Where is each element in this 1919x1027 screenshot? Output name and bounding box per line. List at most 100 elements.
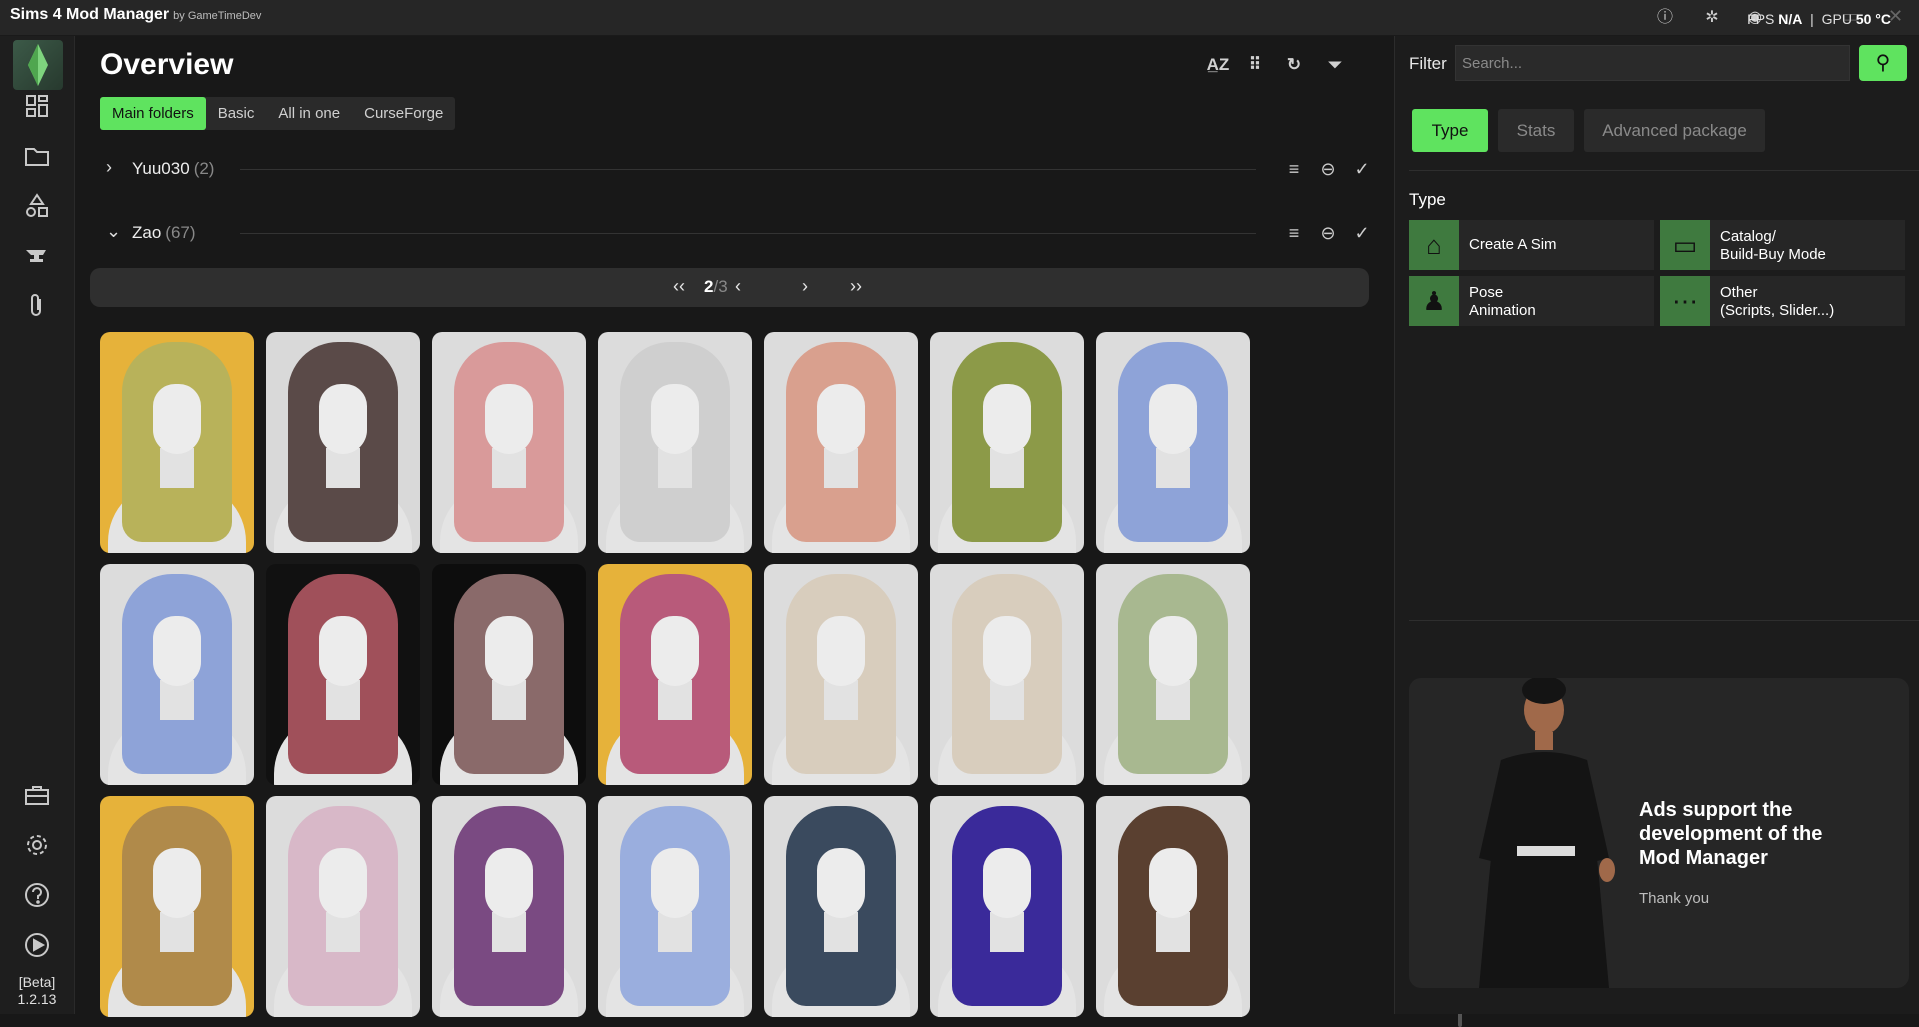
- mod-card[interactable]: [764, 332, 918, 553]
- checklist-icon[interactable]: ≡: [1282, 221, 1306, 245]
- ad-thanks: Thank you: [1639, 890, 1710, 907]
- search-input[interactable]: [1455, 45, 1850, 81]
- shapes-icon[interactable]: [22, 191, 52, 221]
- folder-row[interactable]: ⌄ Zao (67) ≡ ⊖ ✓: [100, 216, 1370, 250]
- mannequin-neck: [658, 680, 692, 720]
- mannequin-face: [651, 384, 699, 454]
- app-title: Sims 4 Mod Manager by GameTimeDev: [10, 6, 262, 23]
- search-button[interactable]: ⚲: [1859, 45, 1907, 81]
- tab-stats[interactable]: Stats: [1498, 109, 1574, 152]
- dashboard-icon[interactable]: [22, 91, 52, 121]
- disable-icon[interactable]: ⊖: [1316, 157, 1340, 181]
- mod-card[interactable]: [930, 796, 1084, 1017]
- mannequin-face: [1149, 384, 1197, 454]
- gear-icon[interactable]: [22, 830, 52, 860]
- filter-label: Filter: [1409, 54, 1447, 73]
- mannequin-face: [153, 616, 201, 686]
- mannequin-neck: [1156, 912, 1190, 952]
- search-icon: ⚲: [1875, 52, 1891, 74]
- mannequin-neck: [824, 912, 858, 952]
- folder-icon[interactable]: [22, 141, 52, 171]
- mod-card[interactable]: [432, 796, 586, 1017]
- enable-check-icon[interactable]: ✓: [1350, 221, 1374, 245]
- app-author: by GameTimeDev: [173, 10, 262, 22]
- mannequin-face: [817, 848, 865, 918]
- type-pose-animation[interactable]: ♟ Pose Animation: [1409, 276, 1654, 326]
- chevron-right-icon[interactable]: ›: [106, 157, 112, 178]
- mod-card[interactable]: [432, 564, 586, 785]
- folder-row[interactable]: › Yuu030 (2) ≡ ⊖ ✓: [100, 152, 1370, 186]
- mod-card[interactable]: [1096, 796, 1250, 1017]
- dots-icon: ⋯: [1660, 276, 1710, 326]
- pagination-bar: ‹‹ ‹ 2/3 › ››: [90, 268, 1369, 307]
- grid-view-icon[interactable]: ⠿: [1242, 52, 1268, 78]
- type-create-a-sim[interactable]: ⌂ Create A Sim: [1409, 220, 1654, 270]
- anvil-icon[interactable]: [22, 241, 52, 271]
- ad-headline: Ads support the development of the Mod M…: [1639, 799, 1823, 869]
- tab-main-folders[interactable]: Main folders: [100, 97, 206, 130]
- mannequin-face: [485, 616, 533, 686]
- tab-type[interactable]: Type: [1412, 109, 1488, 152]
- mannequin-face: [817, 384, 865, 454]
- first-page-button[interactable]: ‹‹: [673, 276, 685, 297]
- tab-basic[interactable]: Basic: [206, 97, 267, 130]
- bug-icon[interactable]: ✲: [1702, 8, 1722, 28]
- mod-card[interactable]: [930, 332, 1084, 553]
- sims-logo[interactable]: [13, 40, 63, 90]
- mannequin-neck: [326, 448, 360, 488]
- help-icon[interactable]: [22, 880, 52, 910]
- mod-card[interactable]: [100, 564, 254, 785]
- filter-icon[interactable]: ⏷: [1322, 52, 1348, 78]
- checklist-icon[interactable]: ≡: [1282, 157, 1306, 181]
- mannequin-face: [651, 848, 699, 918]
- folder-name: Zao (67): [132, 223, 196, 242]
- info-icon[interactable]: ⓘ: [1655, 8, 1675, 28]
- mod-card[interactable]: [1096, 564, 1250, 785]
- disable-icon[interactable]: ⊖: [1316, 221, 1340, 245]
- last-page-button[interactable]: ››: [850, 276, 862, 297]
- mannequin-face: [319, 384, 367, 454]
- next-page-button[interactable]: ›: [802, 276, 808, 297]
- type-catalog-build-buy[interactable]: ▭ Catalog/ Build-Buy Mode: [1660, 220, 1905, 270]
- tab-all-in-one[interactable]: All in one: [266, 97, 352, 130]
- ad-banner[interactable]: Ads support the development of the Mod M…: [1409, 678, 1909, 988]
- toolbox-icon[interactable]: [22, 780, 52, 810]
- mod-card[interactable]: [266, 564, 420, 785]
- mannequin-face: [817, 616, 865, 686]
- mannequin-face: [153, 384, 201, 454]
- mod-card[interactable]: [1096, 332, 1250, 553]
- mannequin-neck: [824, 680, 858, 720]
- mod-card[interactable]: [432, 332, 586, 553]
- type-other[interactable]: ⋯ Other (Scripts, Slider...): [1660, 276, 1905, 326]
- hanger-icon: ⌂: [1409, 220, 1459, 270]
- folder-view-tabs: Main folders Basic All in one CurseForge: [100, 97, 456, 130]
- refresh-icon[interactable]: ↻: [1281, 52, 1307, 78]
- pose-icon: ♟: [1409, 276, 1459, 326]
- mod-card[interactable]: [266, 332, 420, 553]
- mannequin-face: [1149, 848, 1197, 918]
- chevron-down-icon[interactable]: ⌄: [106, 221, 121, 242]
- mod-card[interactable]: [100, 796, 254, 1017]
- mannequin-neck: [492, 448, 526, 488]
- prev-page-button[interactable]: ‹: [735, 276, 741, 297]
- tab-curseforge[interactable]: CurseForge: [352, 97, 455, 130]
- mod-card[interactable]: [598, 564, 752, 785]
- mannequin-neck: [160, 448, 194, 488]
- mod-card[interactable]: [100, 332, 254, 553]
- sofa-icon: ▭: [1660, 220, 1710, 270]
- mod-card[interactable]: [764, 564, 918, 785]
- play-icon[interactable]: [22, 930, 52, 960]
- paperclip-icon[interactable]: [22, 291, 52, 321]
- type-label: Catalog/ Build-Buy Mode: [1720, 228, 1826, 263]
- mod-card[interactable]: [764, 796, 918, 1017]
- tab-advanced-package[interactable]: Advanced package: [1584, 109, 1765, 152]
- version-label: [Beta] 1.2.13: [17, 974, 57, 1007]
- mod-card[interactable]: [930, 564, 1084, 785]
- mod-card[interactable]: [598, 332, 752, 553]
- mannequin-neck: [1156, 448, 1190, 488]
- sort-az-icon[interactable]: A̲Z: [1205, 52, 1231, 78]
- mod-card[interactable]: [598, 796, 752, 1017]
- mod-card[interactable]: [266, 796, 420, 1017]
- divider: [240, 169, 1256, 170]
- enable-check-icon[interactable]: ✓: [1350, 157, 1374, 181]
